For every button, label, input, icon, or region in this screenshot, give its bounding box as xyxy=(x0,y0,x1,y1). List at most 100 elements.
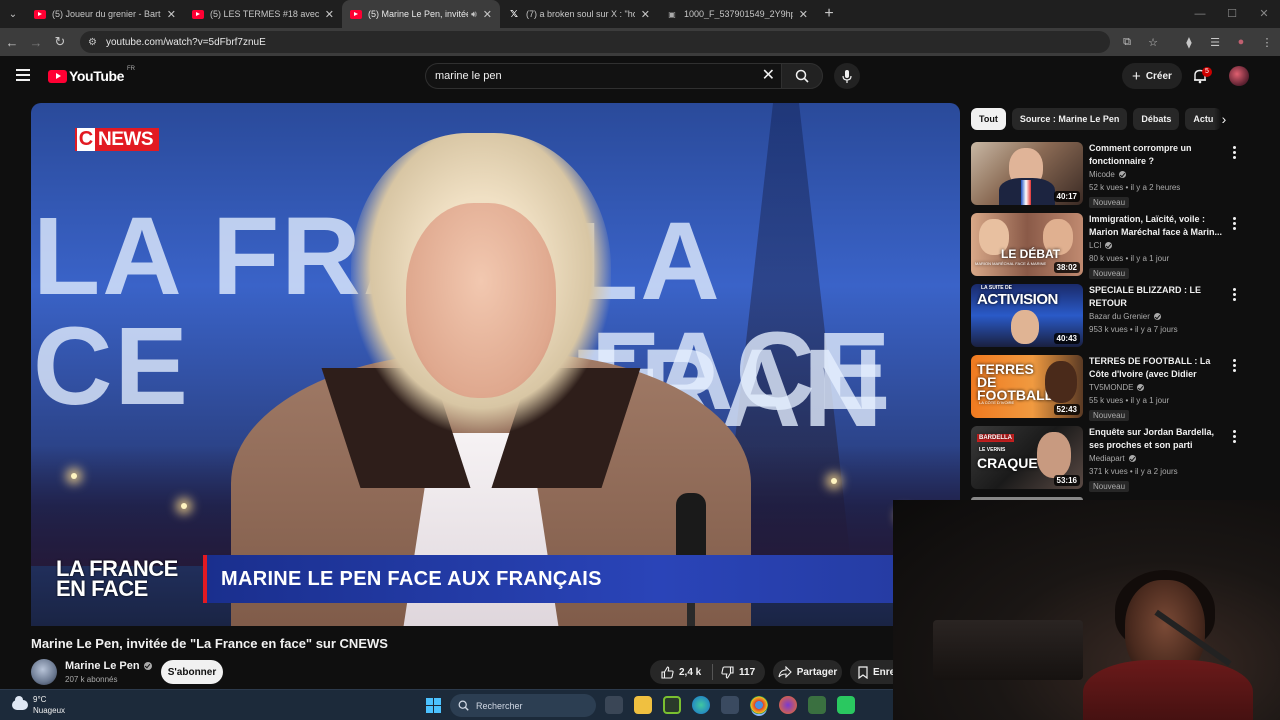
site-info-icon[interactable]: ⚙ xyxy=(88,37,97,48)
video-thumbnail[interactable]: LE DÉBAT MARION MARÉCHAL FACE À MARINE 3… xyxy=(971,213,1083,276)
list-item[interactable]: LE DÉBAT MARION MARÉCHAL FACE À MARINE 3… xyxy=(971,213,1246,284)
video-title[interactable]: Comment corrompre un fonctionnaire ? xyxy=(1089,142,1229,168)
close-tab-icon[interactable]: ✕ xyxy=(325,8,334,21)
list-item[interactable]: LA SUITE DE ACTIVISION 40:43 SPECIALE BL… xyxy=(971,284,1246,355)
video-channel[interactable]: Mediapart xyxy=(1089,454,1229,463)
voice-search-button[interactable] xyxy=(834,63,860,89)
browser-tab-1[interactable]: (5) Joueur du grenier - Bart VS T ✕ xyxy=(26,0,184,28)
thumb-face-shape xyxy=(1011,310,1039,344)
more-options-icon[interactable] xyxy=(1230,288,1238,303)
thumbs-up-icon xyxy=(661,665,674,679)
channel-avatar[interactable] xyxy=(31,659,57,685)
bookmark-star-icon[interactable]: ☆ xyxy=(1140,36,1166,49)
dislike-count: 117 xyxy=(739,666,756,678)
minimize-icon[interactable]: — xyxy=(1184,0,1216,28)
taskbar-search[interactable]: Rechercher xyxy=(450,694,596,717)
video-duration: 40:43 xyxy=(1053,333,1080,344)
chevron-right-icon[interactable]: › xyxy=(1214,108,1234,130)
video-title[interactable]: Enquête sur Jordan Bardella, ses proches… xyxy=(1089,426,1229,452)
webcam-overlay xyxy=(893,500,1280,720)
speaker-icon[interactable]: 🔊︎ xyxy=(471,9,477,20)
firefox-icon[interactable] xyxy=(779,696,797,714)
channel-name: LCI xyxy=(1089,241,1102,250)
thumb-face-shape xyxy=(1045,361,1077,403)
user-avatar[interactable] xyxy=(1229,66,1249,86)
video-thumbnail[interactable]: TERRES DE FOOTBALL LA CÔTE D'IVOIRE 52:4… xyxy=(971,355,1083,418)
microphone-icon xyxy=(842,69,852,83)
more-options-icon[interactable] xyxy=(1230,430,1238,445)
chip-all[interactable]: Tout xyxy=(971,108,1006,130)
nvidia-icon[interactable] xyxy=(663,696,681,714)
browser-menu-icon[interactable]: ⋮ xyxy=(1254,36,1280,49)
browser-tab-3-active[interactable]: (5) Marine Le Pen, invitée de 🔊︎ ✕ xyxy=(342,0,500,28)
store-icon[interactable] xyxy=(721,696,739,714)
close-tab-icon[interactable]: ✕ xyxy=(799,8,808,21)
like-button[interactable]: 2,4 k xyxy=(650,665,712,679)
chip-debates[interactable]: Débats xyxy=(1133,108,1180,130)
video-player[interactable]: LA FRAN CE LA FRAN FACE C NEWS LA FRANCE… xyxy=(31,103,960,626)
profile-icon[interactable]: ● xyxy=(1228,36,1254,48)
new-tab-plus-icon[interactable]: + xyxy=(816,5,842,23)
reading-list-icon[interactable]: ☰ xyxy=(1202,36,1228,49)
app-icon[interactable] xyxy=(808,696,826,714)
install-app-icon[interactable]: ⧉ xyxy=(1114,36,1140,49)
chip-source[interactable]: Source : Marine Le Pen xyxy=(1011,108,1128,130)
close-window-icon[interactable]: ✕ xyxy=(1248,0,1280,28)
share-button[interactable]: Partager xyxy=(773,660,842,684)
video-meta: 52 k vues • il y a 2 heures xyxy=(1089,183,1181,192)
video-channel[interactable]: TV5MONDE xyxy=(1089,383,1229,392)
chrome-browser-icon[interactable] xyxy=(750,696,768,714)
channel-name-link[interactable]: Marine Le Pen xyxy=(65,660,152,672)
video-title[interactable]: SPECIALE BLIZZARD : LE RETOUR xyxy=(1089,284,1229,310)
browser-tab-2[interactable]: (5) LES TERMES #18 avec la Tea ✕ xyxy=(184,0,342,28)
url-bar[interactable]: ⚙ youtube.com/watch?v=5dFbrf7znuE xyxy=(80,31,1110,53)
tab-label: (5) Joueur du grenier - Bart VS T xyxy=(52,9,161,19)
close-tab-icon[interactable]: ✕ xyxy=(641,8,650,21)
channel-name: Micode xyxy=(1089,170,1115,179)
video-channel[interactable]: Micode xyxy=(1089,170,1229,179)
back-arrow-icon[interactable]: ← xyxy=(0,35,24,50)
thumb-face-shape xyxy=(1037,432,1071,478)
more-options-icon[interactable] xyxy=(1230,217,1238,232)
like-dislike-group: 2,4 k 117 xyxy=(650,660,765,684)
browser-tab-5[interactable]: ▣ 1000_F_537901549_2Y9hpbrxN ✕ xyxy=(658,0,816,28)
search-button[interactable] xyxy=(781,63,823,89)
forward-arrow-icon[interactable]: → xyxy=(24,35,48,50)
search-icon xyxy=(458,700,469,711)
video-channel[interactable]: LCI xyxy=(1089,241,1229,250)
video-thumbnail[interactable]: LA SUITE DE ACTIVISION 40:43 xyxy=(971,284,1083,347)
clear-search-icon[interactable]: ✕ xyxy=(762,67,775,85)
close-tab-icon[interactable]: ✕ xyxy=(483,8,492,21)
tab-label: (5) Marine Le Pen, invitée de xyxy=(368,9,468,19)
reload-icon[interactable]: ↻ xyxy=(48,34,72,50)
dislike-button[interactable]: 117 xyxy=(713,665,756,679)
edge-browser-icon[interactable] xyxy=(692,696,710,714)
search-input[interactable] xyxy=(435,70,745,82)
subscribe-button[interactable]: S'abonner xyxy=(161,660,223,684)
task-view-icon[interactable] xyxy=(605,696,623,714)
more-options-icon[interactable] xyxy=(1230,359,1238,374)
notification-count-badge: 5 xyxy=(1202,67,1212,77)
close-tab-icon[interactable]: ✕ xyxy=(167,8,176,21)
video-title[interactable]: TERRES DE FOOTBALL : La Côte d'Ivoire (a… xyxy=(1089,355,1229,381)
browser-tab-4[interactable]: 𝕏 (7) a broken soul sur X : "how d ✕ xyxy=(500,0,658,28)
video-title[interactable]: Immigration, Laïcité, voile : Marion Mar… xyxy=(1089,213,1229,239)
url-text: youtube.com/watch?v=5dFbrf7znuE xyxy=(105,36,266,48)
weather-widget[interactable]: 9°C Nuageux xyxy=(12,694,65,716)
video-channel[interactable]: Bazar du Grenier xyxy=(1089,312,1229,321)
more-options-icon[interactable] xyxy=(1230,146,1238,161)
extensions-icon[interactable]: ⧫ xyxy=(1176,36,1202,49)
hamburger-menu-icon[interactable] xyxy=(16,69,30,81)
youtube-logo[interactable]: YouTube FR xyxy=(48,66,135,84)
list-item[interactable]: 40:17 Comment corrompre un fonctionnaire… xyxy=(971,142,1246,213)
list-item[interactable]: TERRES DE FOOTBALL LA CÔTE D'IVOIRE 52:4… xyxy=(971,355,1246,426)
list-item[interactable]: BARDELLA LE VERNIS CRAQUE 53:16 Enquête … xyxy=(971,426,1246,497)
maximize-icon[interactable]: ☐ xyxy=(1216,0,1248,28)
tab-search-icon[interactable]: ⌄ xyxy=(0,0,26,28)
windows-start-icon[interactable] xyxy=(426,698,441,713)
create-button[interactable]: + Créer xyxy=(1122,63,1182,89)
video-thumbnail[interactable]: BARDELLA LE VERNIS CRAQUE 53:16 xyxy=(971,426,1083,489)
file-explorer-icon[interactable] xyxy=(634,696,652,714)
video-thumbnail[interactable]: 40:17 xyxy=(971,142,1083,205)
spotify-icon[interactable] xyxy=(837,696,855,714)
